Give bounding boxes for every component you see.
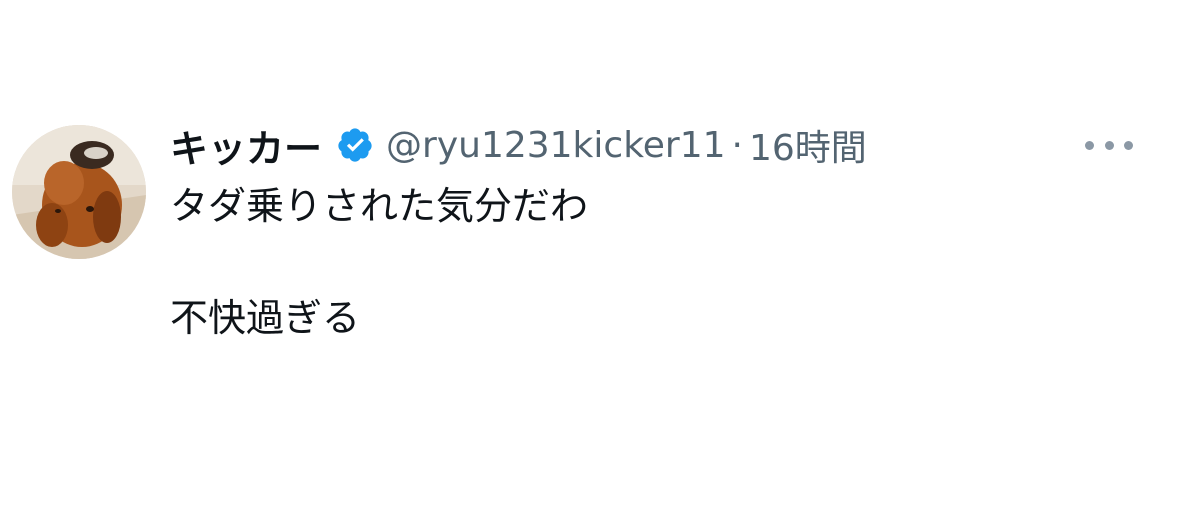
- dot: [1124, 140, 1133, 150]
- dot: [1085, 140, 1094, 150]
- tweet-header: キッカー @ryu1231kicker11 · 16時間: [170, 118, 867, 173]
- separator-dot: ·: [731, 124, 743, 166]
- tweet[interactable]: キッカー @ryu1231kicker11 · 16時間 タダ乗りされた気分だわ…: [0, 0, 1179, 524]
- dog-photo-icon: [12, 125, 146, 259]
- dot: [1104, 140, 1114, 150]
- timestamp[interactable]: 16時間: [749, 119, 867, 171]
- verified-badge-icon: [336, 126, 374, 164]
- tweet-text: タダ乗りされた気分だわ 不快過ぎる: [170, 178, 1130, 346]
- tweet-text-line: 不快過ぎる: [170, 296, 361, 340]
- avatar[interactable]: [12, 125, 146, 259]
- display-name[interactable]: キッカー: [170, 118, 322, 173]
- more-options-icon[interactable]: [1085, 132, 1133, 158]
- user-handle[interactable]: @ryu1231kicker11: [386, 125, 726, 166]
- tweet-text-line: [170, 234, 1130, 290]
- tweet-text-line: タダ乗りされた気分だわ: [170, 184, 589, 228]
